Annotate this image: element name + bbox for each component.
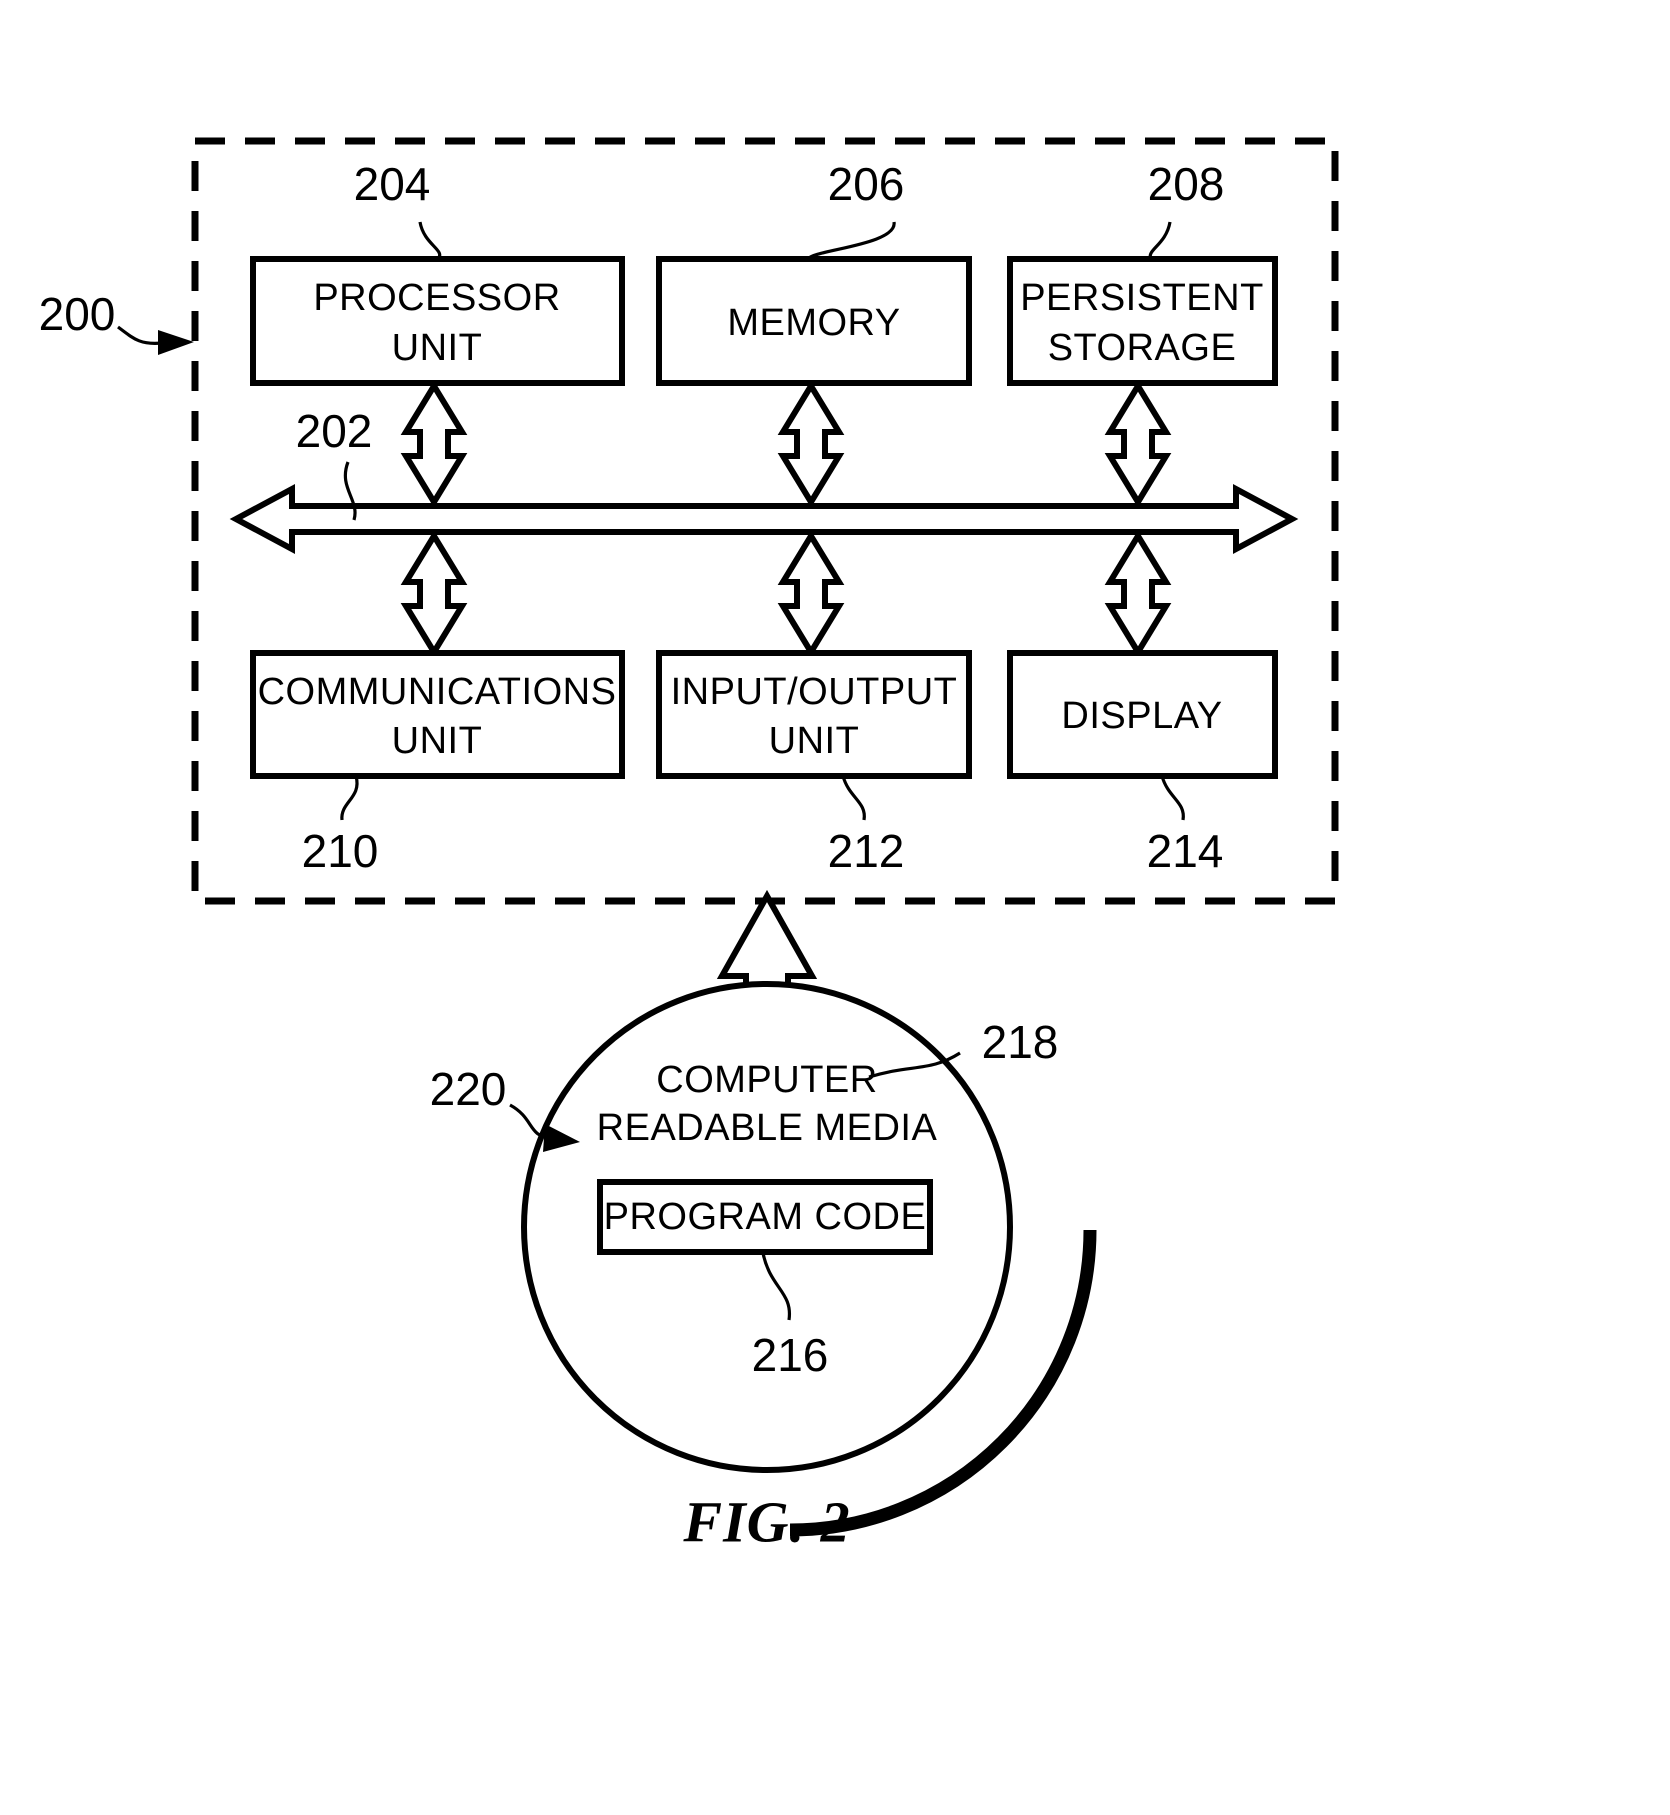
block-input-output-unit-line1: INPUT/OUTPUT (671, 671, 958, 713)
ref-208-label: 208 (1148, 158, 1225, 210)
connector-processor-bus (400, 380, 468, 508)
block-memory-line1: MEMORY (727, 302, 900, 344)
ref-214-label: 214 (1147, 825, 1224, 877)
media-label-line1: COMPUTER (656, 1059, 877, 1101)
ref-218-label: 218 (982, 1016, 1059, 1068)
ref-204-label: 204 (354, 158, 431, 210)
ref-216-label: 216 (752, 1329, 829, 1381)
connector-persistent-storage-bus (1104, 380, 1172, 508)
block-input-output-unit-line2: UNIT (769, 720, 860, 762)
ref-210-leader (340, 775, 359, 821)
connector-bus-input-output-unit (777, 530, 845, 658)
block-persistent-storage-line1: PERSISTENT (1020, 277, 1264, 319)
block-communications-unit-line1: COMMUNICATIONS (258, 671, 617, 713)
ref-210-label: 210 (302, 825, 379, 877)
ref-206-label: 206 (828, 158, 905, 210)
block-program-code-label: PROGRAM CODE (604, 1196, 927, 1238)
ref-214-leader (1160, 775, 1185, 821)
ref-202-label: 202 (296, 405, 373, 457)
connector-bus-communications-unit (400, 530, 468, 658)
ref-200-arrowhead (158, 330, 194, 355)
block-communications-unit-line2: UNIT (392, 720, 483, 762)
figure-canvas: 200 PROCESSOR UNIT 204 MEMORY 206 PERSIS… (39, 137, 1339, 1554)
block-processor-unit-line2: UNIT (392, 327, 483, 369)
ref-212-leader (841, 775, 866, 821)
media-label-line2: READABLE MEDIA (597, 1107, 938, 1149)
block-display-line1: DISPLAY (1061, 695, 1222, 737)
connector-memory-bus (777, 380, 845, 508)
ref-212-label: 212 (828, 825, 905, 877)
ref-220-label: 220 (430, 1063, 507, 1115)
figure-caption: FIG. 2 (682, 1489, 850, 1554)
block-persistent-storage-line2: STORAGE (1048, 327, 1237, 369)
patent-figure-2: 200 PROCESSOR UNIT 204 MEMORY 206 PERSIS… (0, 0, 1670, 1815)
ref-200-label: 200 (39, 288, 116, 340)
ref-208-leader (1148, 221, 1172, 260)
ref-200-leader (117, 325, 163, 345)
connector-bus-display (1104, 530, 1172, 658)
ref-206-leader (806, 221, 896, 261)
block-processor-unit-line1: PROCESSOR (313, 277, 560, 319)
ref-204-leader (418, 221, 442, 261)
